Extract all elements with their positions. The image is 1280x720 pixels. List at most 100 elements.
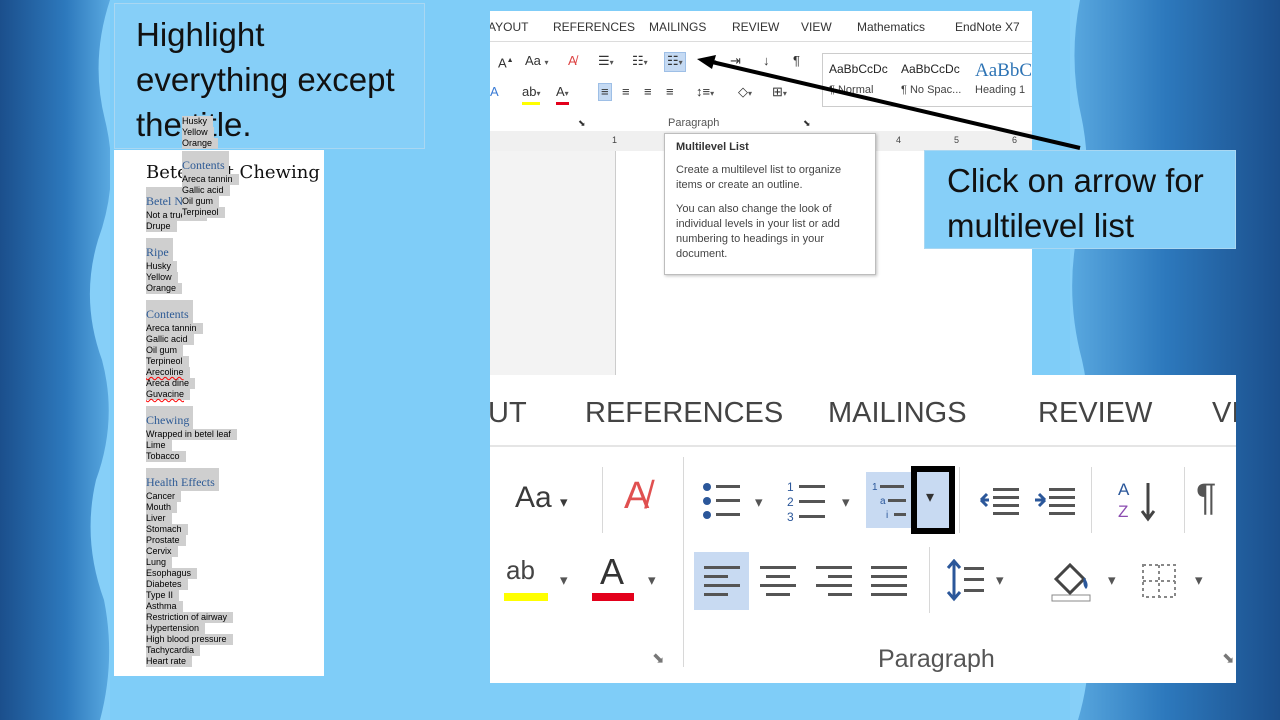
change-case-button[interactable]: Aa ▾ bbox=[525, 53, 549, 71]
list-item[interactable]: Asthma bbox=[146, 601, 183, 612]
list-item[interactable]: Prostate bbox=[146, 535, 186, 546]
style-no-spacing[interactable]: AaBbCcDc ¶ No Spac... bbox=[901, 60, 961, 96]
highlight-dropdown-icon[interactable]: ▾ bbox=[560, 571, 568, 589]
font-color-icon[interactable]: A▾ bbox=[556, 84, 569, 105]
shading-icon[interactable] bbox=[1050, 557, 1096, 603]
list-item[interactable]: Orange bbox=[146, 283, 183, 294]
line-spacing-icon[interactable] bbox=[946, 559, 986, 603]
list-item[interactable]: Guvacine bbox=[146, 389, 191, 400]
align-left-icon[interactable]: ≡ bbox=[598, 83, 612, 101]
bullets-icon[interactable] bbox=[702, 481, 742, 521]
decrease-indent-icon[interactable] bbox=[979, 485, 1021, 515]
font-dialog-launcher-icon[interactable]: ⬊ bbox=[578, 115, 586, 131]
list-item[interactable]: Lime bbox=[146, 440, 172, 451]
list-item[interactable]: Tobacco bbox=[146, 451, 186, 462]
multilevel-list-arrow-highlight[interactable]: ▾ bbox=[911, 466, 955, 534]
paragraph-dialog-launcher-icon[interactable]: ⬊ bbox=[803, 115, 811, 131]
list-item[interactable]: Restriction of airway bbox=[146, 612, 234, 623]
tab-page-layout[interactable]: UT bbox=[490, 397, 527, 430]
list-item[interactable]: Tachycardia bbox=[146, 645, 201, 656]
section-heading[interactable]: Ripe bbox=[146, 238, 173, 261]
section-heading[interactable]: Contents bbox=[146, 300, 193, 323]
style-normal[interactable]: AaBbCcDc ¶ Normal bbox=[829, 60, 888, 96]
tab-view[interactable]: VIEW bbox=[801, 20, 832, 34]
align-right-icon[interactable]: ≡ bbox=[644, 84, 652, 100]
shading-dropdown-icon[interactable]: ▾ bbox=[1108, 571, 1116, 589]
highlight-color-button[interactable]: ab bbox=[504, 555, 548, 601]
increase-indent-icon[interactable]: ⇥ bbox=[730, 53, 741, 69]
tab-view[interactable]: VI bbox=[1212, 397, 1236, 430]
multilevel-list-button[interactable]: 1ai bbox=[866, 472, 912, 528]
list-item[interactable]: Type II bbox=[146, 590, 180, 601]
sort-icon[interactable]: ↓ bbox=[763, 53, 770, 69]
list-item[interactable]: High blood pressure bbox=[146, 634, 233, 645]
section-heading[interactable]: Health Effects bbox=[146, 468, 219, 491]
center-icon[interactable]: ≡ bbox=[622, 84, 630, 100]
clear-formatting-icon[interactable]: A̸ bbox=[624, 475, 649, 518]
document-body[interactable]: Betel Nut Not a true nut Drupe Ripe Husky Yel… bbox=[146, 187, 316, 673]
multilevel-list-button[interactable]: ☷▾ bbox=[664, 52, 686, 72]
tab-page-layout[interactable]: AYOUT bbox=[490, 20, 528, 34]
list-item[interactable]: Wrapped in betel leaf bbox=[146, 429, 237, 440]
style-heading-1[interactable]: AaBbC Heading 1 bbox=[975, 60, 1032, 96]
list-item[interactable]: Husky bbox=[146, 261, 178, 272]
justify-icon[interactable] bbox=[871, 566, 907, 596]
list-item[interactable]: Cancer bbox=[146, 491, 182, 502]
numbering-icon[interactable]: 123 bbox=[787, 479, 827, 523]
align-right-icon[interactable] bbox=[816, 566, 852, 596]
align-left-button[interactable] bbox=[694, 552, 749, 610]
center-icon[interactable] bbox=[760, 566, 796, 596]
borders-icon[interactable]: ⊞▾ bbox=[772, 84, 787, 102]
font-color-button[interactable]: A bbox=[592, 551, 634, 601]
decrease-indent-icon[interactable]: ⇤ bbox=[706, 53, 717, 69]
list-item[interactable]: Hypertension bbox=[146, 623, 206, 634]
list-item[interactable]: Mouth bbox=[146, 502, 178, 513]
list-item[interactable]: Diabetes bbox=[146, 579, 188, 590]
sort-icon[interactable]: AZ bbox=[1118, 479, 1158, 523]
list-item[interactable]: Drupe bbox=[146, 221, 177, 232]
list-item[interactable]: Arecoline bbox=[146, 367, 190, 378]
tab-review[interactable]: REVIEW bbox=[1038, 397, 1152, 430]
tab-mailings[interactable]: MAILINGS bbox=[828, 397, 967, 430]
multilevel-dropdown-arrow-icon[interactable]: ▾ bbox=[926, 487, 934, 507]
clear-formatting-icon[interactable]: A̸ bbox=[568, 53, 577, 69]
tab-mathematics[interactable]: Mathematics bbox=[857, 20, 925, 34]
line-spacing-icon[interactable]: ↕≡▾ bbox=[696, 84, 714, 102]
list-item[interactable]: Areca tannin bbox=[146, 323, 203, 334]
text-effects-icon[interactable]: A bbox=[490, 84, 499, 100]
increase-indent-icon[interactable] bbox=[1035, 485, 1077, 515]
list-item[interactable]: Stomach bbox=[146, 524, 188, 535]
list-item[interactable]: Lung bbox=[146, 557, 173, 568]
borders-dropdown-icon[interactable]: ▾ bbox=[1195, 571, 1203, 589]
bullets-dropdown-icon[interactable]: ▾ bbox=[755, 493, 763, 511]
list-item[interactable]: Gallic acid bbox=[146, 334, 194, 345]
tab-review[interactable]: REVIEW bbox=[732, 20, 779, 34]
tab-endnote[interactable]: EndNote X7 bbox=[955, 20, 1020, 34]
bullets-icon[interactable]: ☰▾ bbox=[598, 53, 614, 71]
font-color-dropdown-icon[interactable]: ▾ bbox=[648, 571, 656, 589]
numbering-icon[interactable]: ☷▾ bbox=[632, 53, 648, 71]
change-case-button[interactable]: Aa ▾ bbox=[515, 481, 568, 515]
list-item[interactable]: Cervix bbox=[146, 546, 178, 557]
highlight-color-icon[interactable]: ab▾ bbox=[522, 84, 541, 105]
shading-icon[interactable]: ◇▾ bbox=[738, 84, 752, 102]
justify-icon[interactable]: ≡ bbox=[666, 84, 674, 100]
list-item[interactable]: Liver bbox=[146, 513, 172, 524]
borders-icon[interactable] bbox=[1141, 563, 1177, 599]
line-spacing-dropdown-icon[interactable]: ▾ bbox=[996, 571, 1004, 589]
show-formatting-icon[interactable]: ¶ bbox=[793, 53, 800, 69]
list-item[interactable]: Esophagus bbox=[146, 568, 198, 579]
list-item[interactable]: Yellow bbox=[146, 272, 178, 283]
numbering-dropdown-icon[interactable]: ▾ bbox=[842, 493, 850, 511]
tab-references[interactable]: REFERENCES bbox=[585, 397, 783, 430]
tab-mailings[interactable]: MAILINGS bbox=[649, 20, 706, 34]
section-heading[interactable]: Chewing bbox=[146, 406, 194, 429]
grow-font-icon[interactable]: A▲ bbox=[498, 53, 514, 71]
paragraph-dialog-launcher-icon[interactable]: ⬊ bbox=[1222, 649, 1235, 667]
show-formatting-icon[interactable]: ¶ bbox=[1196, 477, 1216, 520]
list-item[interactable]: Heart rate bbox=[146, 656, 193, 667]
list-item[interactable]: Oil gum bbox=[146, 345, 184, 356]
list-item[interactable]: Terpineol bbox=[146, 356, 189, 367]
tab-references[interactable]: REFERENCES bbox=[553, 20, 635, 34]
list-item[interactable]: Areca dine bbox=[146, 378, 196, 389]
